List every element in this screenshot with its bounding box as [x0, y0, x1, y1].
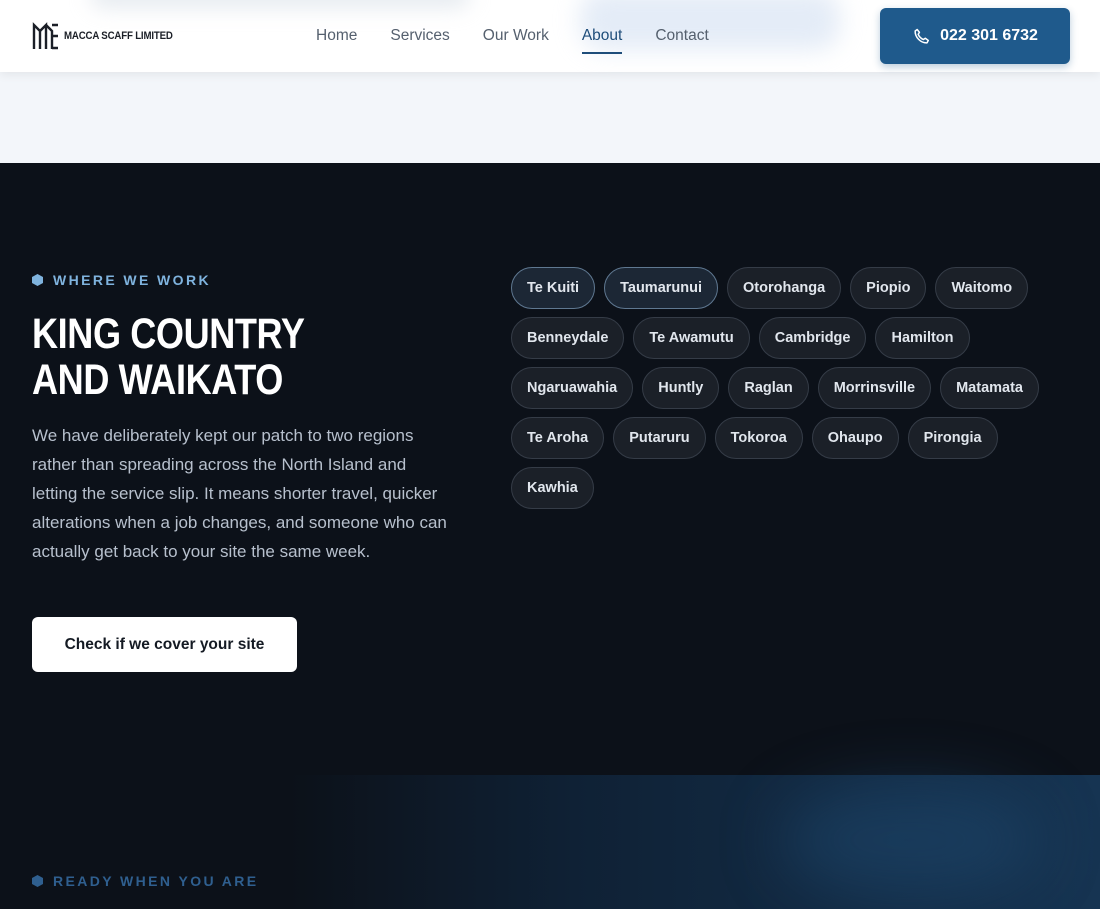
nav-item-our-work[interactable]: Our Work: [483, 27, 549, 45]
nav-item-about[interactable]: About: [581, 27, 622, 54]
town-chip-hamilton[interactable]: Hamilton: [875, 317, 970, 359]
next-section-eyebrow: READY WHEN YOU ARE: [32, 873, 259, 889]
next-section-glow: [290, 775, 1100, 909]
section-eyebrow: WHERE WE WORK: [32, 272, 211, 288]
town-chip-te-kuiti[interactable]: Te Kuiti: [511, 267, 596, 309]
town-chip-benneydale[interactable]: Benneydale: [511, 317, 625, 359]
town-chip-taumarunui[interactable]: Taumarunui: [604, 267, 718, 309]
town-chip-morrinsville[interactable]: Morrinsville: [817, 367, 932, 409]
section-body: We have deliberately kept our patch to t…: [32, 426, 447, 561]
check-coverage-button[interactable]: Check if we cover your site: [32, 617, 297, 672]
town-chip-ngaruawahia[interactable]: Ngaruawahia: [511, 367, 634, 409]
town-chip-waitomo[interactable]: Waitomo: [935, 267, 1029, 309]
logo-link[interactable]: MACCA SCAFF LIMITED: [32, 21, 188, 51]
town-chip-kawhia[interactable]: Kawhia: [511, 467, 594, 509]
town-chip-piopio[interactable]: Piopio: [850, 267, 927, 309]
town-chip-matamata[interactable]: Matamata: [940, 367, 1039, 409]
coverage-section: WHERE WE WORK KING COUNTRY AND WAIKATO W…: [0, 163, 1100, 909]
heading-line-2: AND WAIKATO: [32, 356, 283, 404]
heading-line-1: KING COUNTRY: [32, 310, 305, 358]
brand-name: MACCA SCAFF LIMITED: [64, 30, 173, 42]
town-chip-otorohanga[interactable]: Otorohanga: [727, 267, 842, 309]
town-chip-ohaupo[interactable]: Ohaupo: [811, 417, 899, 459]
town-chip-pirongia[interactable]: Pirongia: [907, 417, 998, 459]
logo-mark-icon: [32, 22, 58, 50]
town-chip-cambridge[interactable]: Cambridge: [758, 317, 867, 359]
hexagon-bullet-icon: [32, 875, 43, 887]
town-chip-te-awamutu[interactable]: Te Awamutu: [633, 317, 750, 359]
nav-item-services[interactable]: Services: [390, 27, 449, 45]
main-nav: Home Services Our Work About Contact: [316, 0, 742, 72]
section-heading: KING COUNTRY AND WAIKATO: [32, 311, 305, 403]
town-chip-tokoroa[interactable]: Tokoroa: [714, 417, 803, 459]
phone-button[interactable]: 022 301 6732: [880, 8, 1070, 64]
eyebrow-label: READY WHEN YOU ARE: [53, 873, 259, 889]
phone-icon: [914, 28, 930, 44]
town-chip-list: Te Kuiti Taumarunui Otorohanga Piopio Wa…: [511, 267, 1071, 509]
hexagon-bullet-icon: [32, 274, 43, 286]
town-chip-huntly[interactable]: Huntly: [642, 367, 720, 409]
eyebrow-label: WHERE WE WORK: [53, 272, 211, 288]
town-chip-putaruru[interactable]: Putaruru: [613, 417, 706, 459]
town-chip-te-aroha[interactable]: Te Aroha: [511, 417, 605, 459]
nav-item-contact[interactable]: Contact: [655, 27, 708, 45]
phone-number: 022 301 6732: [940, 27, 1038, 44]
hero-bottom-band: [0, 72, 1100, 163]
town-chip-raglan[interactable]: Raglan: [728, 367, 809, 409]
site-header: MACCA SCAFF LIMITED Home Services Our Wo…: [0, 0, 1100, 72]
nav-item-home[interactable]: Home: [316, 27, 357, 45]
